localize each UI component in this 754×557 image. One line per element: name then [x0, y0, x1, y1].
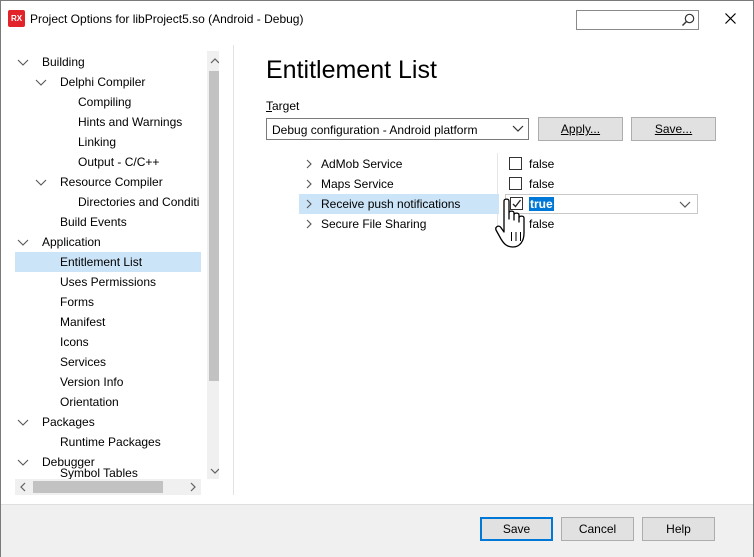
tree-item-label: Services [60, 355, 107, 369]
tree-item-label: Forms [60, 295, 94, 309]
target-label: Target [266, 99, 299, 113]
entitlement-checkbox[interactable] [509, 177, 522, 190]
chevron-down-icon[interactable] [35, 79, 47, 87]
entitlement-checkbox[interactable] [509, 157, 522, 170]
tree-item-label: Build Events [60, 215, 127, 229]
tree-item-label: Building [42, 55, 85, 69]
help-button[interactable]: Help [642, 517, 715, 541]
tree-item[interactable]: Orientation [7, 392, 201, 412]
entitlement-row[interactable]: AdMob Service false [299, 154, 699, 174]
entitlement-row[interactable]: Maps Service false [299, 174, 699, 194]
chevron-right-icon[interactable] [305, 219, 313, 229]
tree-item[interactable]: Forms [7, 292, 201, 312]
tree-item[interactable]: Linking [7, 132, 201, 152]
close-icon [725, 13, 736, 24]
chevron-down-icon[interactable] [17, 459, 29, 467]
window-title: Project Options for libProject5.so (Andr… [30, 12, 304, 26]
tree-item-label: Manifest [60, 315, 106, 329]
save-button[interactable]: Save [480, 517, 553, 541]
tree-item-label: Application [42, 235, 101, 249]
target-dropdown-value: Debug configuration - Android platform [272, 123, 478, 137]
tree-item[interactable]: Resource Compiler [7, 172, 201, 192]
close-button[interactable] [719, 7, 743, 31]
tree-item[interactable]: Compiling [7, 92, 201, 112]
tree-item[interactable]: Entitlement List [15, 252, 201, 272]
tree-item[interactable]: Output - C/C++ [7, 152, 201, 172]
tree-vertical-scrollbar[interactable] [207, 51, 219, 479]
tree-item[interactable]: Icons [7, 332, 201, 352]
chevron-down-icon[interactable] [17, 419, 29, 427]
save-target-button-label: Save... [654, 122, 693, 136]
page-title: Entitlement List [266, 56, 437, 84]
project-options-window: RX Project Options for libProject5.so (A… [0, 0, 754, 557]
chevron-down-icon[interactable] [17, 59, 29, 67]
apply-button-label: Apply... [560, 122, 601, 136]
entitlement-name: Secure File Sharing [321, 217, 427, 231]
chevron-down-icon[interactable] [17, 239, 29, 247]
tree-item-label: Resource Compiler [60, 175, 163, 189]
entitlement-name: AdMob Service [321, 157, 403, 171]
entitlement-value: false [529, 177, 555, 191]
apply-button[interactable]: Apply... [538, 117, 623, 141]
tree-item-label: Entitlement List [60, 255, 143, 269]
scroll-left-icon[interactable] [19, 482, 27, 492]
scroll-right-icon[interactable] [189, 482, 197, 492]
tree-item[interactable]: Services [7, 352, 201, 372]
tree-item-label: Hints and Warnings [78, 115, 183, 129]
tree-item-label: Compiling [78, 95, 132, 109]
tree-item[interactable]: Manifest [7, 312, 201, 332]
scroll-up-icon[interactable] [210, 57, 219, 65]
tree-item[interactable]: Application [7, 232, 201, 252]
target-dropdown[interactable]: Debug configuration - Android platform [266, 118, 529, 140]
hand-pointer-cursor-icon [495, 198, 525, 248]
entitlement-name: Receive push notifications [321, 197, 461, 211]
tree-item-label: Icons [60, 335, 89, 349]
tree-item[interactable]: Packages [7, 412, 201, 432]
rad-studio-app-icon: RX [8, 10, 25, 27]
panel-splitter[interactable] [233, 45, 234, 495]
save-target-button[interactable]: Save... [631, 117, 716, 141]
tree-item-label: Output - C/C++ [78, 155, 160, 169]
tree-horizontal-scroll-thumb[interactable] [33, 481, 163, 493]
cancel-button[interactable]: Cancel [561, 517, 634, 541]
tree-item-label: Uses Permissions [60, 275, 157, 289]
entitlement-row[interactable]: Receive push notifications [299, 194, 499, 214]
tree-horizontal-scrollbar[interactable] [15, 479, 201, 495]
search-icon [682, 13, 695, 26]
target-label-rest: arget [272, 99, 300, 113]
tree-vertical-scroll-thumb[interactable] [209, 71, 219, 381]
tree-item[interactable]: Hints and Warnings [7, 112, 201, 132]
tree-item[interactable]: Runtime Packages [7, 432, 201, 452]
tree-item-label: Orientation [60, 395, 119, 409]
chevron-down-icon[interactable] [679, 201, 691, 209]
tree-item[interactable]: Uses Permissions [7, 272, 201, 292]
scroll-down-icon[interactable] [210, 467, 219, 475]
tree-item-label: Packages [42, 415, 95, 429]
chevron-right-icon[interactable] [305, 179, 313, 189]
chevron-down-icon [512, 125, 524, 132]
tree-item[interactable]: Delphi Compiler [7, 72, 201, 92]
dialog-footer: Save Cancel Help [1, 504, 753, 557]
tree-item-label: Linking [78, 135, 117, 149]
title-bar: RX Project Options for libProject5.so (A… [1, 1, 753, 38]
tree-item-label: Runtime Packages [60, 435, 161, 449]
entitlement-name: Maps Service [321, 177, 394, 191]
chevron-right-icon[interactable] [305, 159, 313, 169]
tree-item[interactable]: Build Events [7, 212, 201, 232]
tree-item[interactable]: Version Info [7, 372, 201, 392]
chevron-down-icon[interactable] [35, 179, 47, 187]
tree-item-label: Version Info [60, 375, 124, 389]
options-search-input[interactable] [576, 10, 699, 30]
entitlement-value: false [529, 157, 555, 171]
chevron-right-icon[interactable] [305, 199, 313, 209]
tree-item[interactable]: Building [7, 52, 201, 72]
tree-item-label: Delphi Compiler [60, 75, 146, 89]
tree-item-label: Directories and Conditi [78, 195, 200, 209]
tree-item[interactable]: Directories and Conditi [7, 192, 201, 212]
options-tree: Building Delphi Compiler Compiling Hints an… [7, 45, 219, 497]
